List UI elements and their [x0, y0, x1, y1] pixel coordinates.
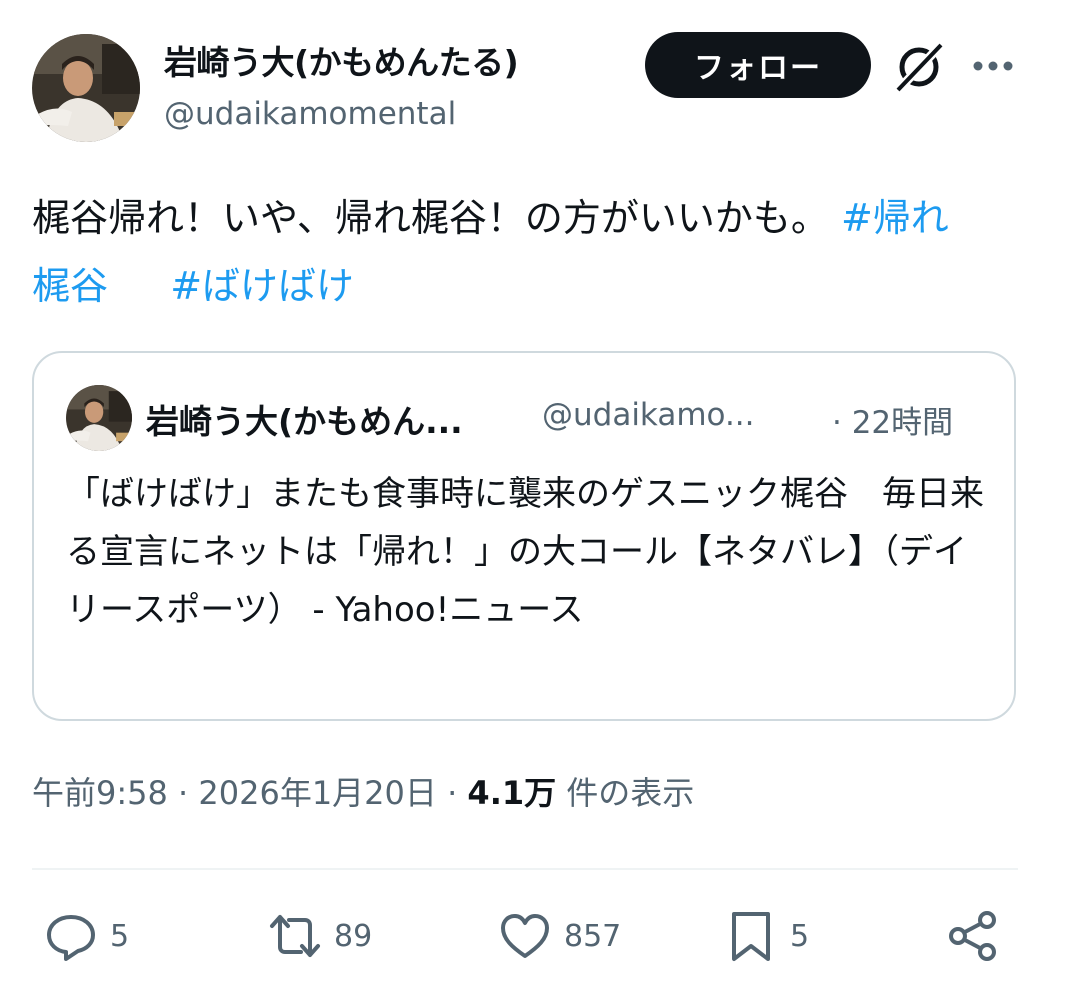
share-button[interactable] [946, 908, 1000, 964]
reply-icon [47, 915, 95, 961]
quote-avatar[interactable] [66, 385, 132, 451]
tweet-timestamp[interactable]: 午前9:58 · 2026年1月20日 · [32, 774, 467, 812]
reply-count: 5 [110, 918, 130, 954]
reply-button[interactable]: 5 [44, 908, 129, 964]
retweet-button[interactable]: 89 [268, 908, 372, 964]
retweet-count: 89 [334, 918, 373, 954]
avatar-photo [32, 34, 140, 142]
more-icon[interactable] [970, 46, 1016, 86]
author-avatar[interactable] [32, 34, 140, 142]
quoted-tweet[interactable]: 岩崎う大(かもめん... @udaikamo... · 22時間 「ばけばけ」ま… [32, 351, 1016, 721]
share-icon [949, 911, 996, 961]
bookmark-icon [732, 912, 770, 961]
grok-icon[interactable] [892, 40, 946, 94]
author-handle[interactable]: @udaikamomental [164, 96, 456, 132]
bookmark-count: 5 [790, 918, 810, 954]
view-count: 4.1万 [467, 774, 557, 812]
tweet-header: 岩崎う大(かもめんたる) @udaikamomental フォロー [32, 32, 1032, 144]
heart-icon [501, 914, 549, 958]
quote-timestamp: · 22時間 [832, 405, 954, 441]
hashtag-link[interactable]: #ばけばけ [170, 264, 354, 308]
avatar-photo [66, 385, 132, 451]
like-count: 857 [564, 918, 622, 954]
tweet-meta: 午前9:58 · 2026年1月20日 · 4.1万 件の表示 [32, 768, 694, 814]
quote-author-name: 岩崎う大(かもめん... [146, 402, 463, 441]
bookmark-button[interactable]: 5 [724, 908, 809, 964]
divider [32, 868, 1018, 870]
like-button[interactable]: 857 [498, 908, 621, 964]
retweet-icon [270, 915, 320, 957]
tweet-text: 梶谷帰れ！いや、帰れ梶谷！の方がいいかも。 [32, 196, 829, 240]
follow-button[interactable]: フォロー [645, 32, 871, 98]
view-label: 件の表示 [556, 774, 695, 812]
quote-author-handle: @udaikamo... [542, 397, 755, 433]
tweet-body: 梶谷帰れ！いや、帰れ梶谷！の方がいいかも。 #帰れ梶谷 #ばけばけ [32, 184, 952, 320]
quote-text: 「ばけばけ」またも食事時に襲来のゲスニック梶谷 毎日来る宣言にネットは「帰れ！」… [66, 474, 984, 630]
author-name[interactable]: 岩崎う大(かもめんたる) [164, 36, 519, 84]
